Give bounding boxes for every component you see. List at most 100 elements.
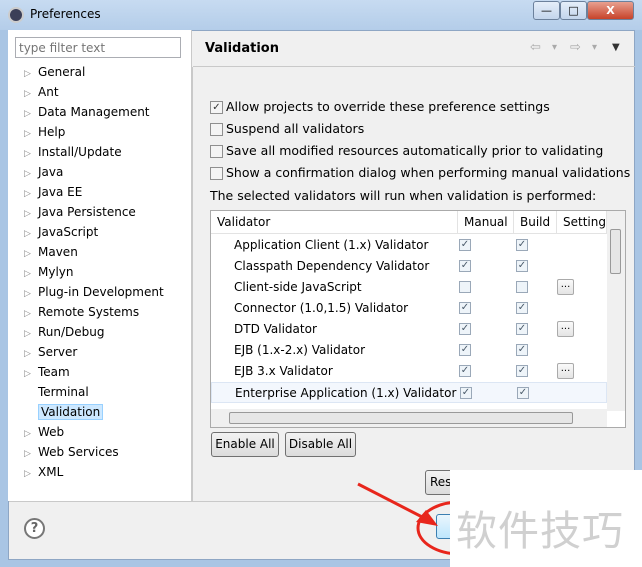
- build-checkbox[interactable]: ✓: [516, 344, 528, 356]
- back-dropdown-icon[interactable]: ▾: [552, 42, 557, 53]
- table-row[interactable]: EJB (1.x-2.x) Validator ✓ ✓: [211, 340, 607, 361]
- vertical-scrollbar[interactable]: [607, 211, 625, 411]
- expand-icon[interactable]: ▷: [24, 184, 38, 204]
- tree-item[interactable]: ▷ Java Persistence: [24, 202, 136, 222]
- build-checkbox[interactable]: ✓: [517, 387, 529, 399]
- manual-checkbox[interactable]: ✓: [459, 260, 471, 272]
- horizontal-scrollbar[interactable]: [211, 409, 607, 427]
- build-checkbox[interactable]: ✓: [516, 365, 528, 377]
- expand-icon[interactable]: ▷: [24, 364, 38, 384]
- expand-icon[interactable]: ▷: [24, 124, 38, 144]
- scroll-thumb[interactable]: [610, 229, 621, 274]
- minimize-button[interactable]: —: [533, 1, 560, 20]
- column-build[interactable]: Build: [514, 211, 557, 234]
- build-checkbox[interactable]: ✓: [516, 260, 528, 272]
- disable-all-button[interactable]: Disable All: [285, 432, 356, 457]
- expand-icon[interactable]: ▷: [24, 344, 38, 364]
- tree-item[interactable]: Terminal: [24, 382, 89, 402]
- checkbox[interactable]: [210, 145, 223, 158]
- tree-item[interactable]: ▷ Mylyn: [24, 262, 74, 282]
- option-checkbox[interactable]: Suspend all validators: [210, 121, 364, 136]
- tree-item[interactable]: ▷ Team: [24, 362, 70, 382]
- tree-item[interactable]: ▷ Ant: [24, 82, 59, 102]
- manual-checkbox[interactable]: [459, 281, 471, 293]
- manual-checkbox[interactable]: ✓: [459, 344, 471, 356]
- expand-icon[interactable]: ▷: [24, 324, 38, 344]
- table-row[interactable]: Classpath Dependency Validator ✓ ✓: [211, 256, 607, 277]
- expand-icon[interactable]: ▷: [24, 224, 38, 244]
- column-setting[interactable]: Setting: [557, 211, 607, 234]
- close-button[interactable]: X: [587, 1, 634, 20]
- tree-item[interactable]: ▷ Web Services: [24, 442, 119, 462]
- tree-item[interactable]: ▷ Web: [24, 422, 64, 442]
- column-manual[interactable]: Manual: [458, 211, 514, 234]
- settings-button[interactable]: ...: [557, 279, 574, 295]
- enable-all-button[interactable]: Enable All: [211, 432, 279, 457]
- table-row[interactable]: Enterprise Application (1.x) Validator ✓…: [211, 382, 607, 403]
- manual-checkbox[interactable]: ✓: [460, 387, 472, 399]
- tree-item[interactable]: ▷ Data Management: [24, 102, 150, 122]
- column-validator[interactable]: Validator: [211, 211, 458, 234]
- manual-checkbox[interactable]: ✓: [459, 239, 471, 251]
- forward-icon[interactable]: ⇨: [570, 40, 581, 55]
- tree-item[interactable]: ▷ Remote Systems: [24, 302, 139, 322]
- expand-icon[interactable]: ▷: [24, 204, 38, 224]
- expand-icon[interactable]: ▷: [24, 424, 38, 444]
- tree-item[interactable]: ▷ General: [24, 62, 85, 82]
- tree-item[interactable]: Validation: [24, 402, 104, 422]
- help-icon[interactable]: ?: [24, 518, 45, 539]
- divider: [192, 67, 193, 501]
- table-row[interactable]: Application Client (1.x) Validator ✓ ✓: [211, 235, 607, 256]
- filter-input[interactable]: [15, 37, 181, 58]
- manual-checkbox[interactable]: ✓: [459, 365, 471, 377]
- build-checkbox[interactable]: ✓: [516, 239, 528, 251]
- view-menu-icon[interactable]: ▼: [612, 42, 620, 53]
- tree-item[interactable]: ▷ Java: [24, 162, 63, 182]
- expand-icon[interactable]: ▷: [24, 104, 38, 124]
- option-checkbox[interactable]: Show a confirmation dialog when performi…: [210, 165, 630, 180]
- option-checkbox[interactable]: ✓ Allow projects to override these prefer…: [210, 99, 550, 114]
- table-row[interactable]: Client-side JavaScript ...: [211, 277, 607, 298]
- build-checkbox[interactable]: [516, 281, 528, 293]
- build-checkbox[interactable]: ✓: [516, 302, 528, 314]
- validator-name: Application Client (1.x) Validator: [234, 238, 429, 252]
- expand-icon[interactable]: ▷: [24, 284, 38, 304]
- checkbox[interactable]: ✓: [210, 101, 223, 114]
- expand-icon[interactable]: ▷: [24, 464, 38, 484]
- tree-item[interactable]: ▷ JavaScript: [24, 222, 98, 242]
- settings-button[interactable]: ...: [557, 363, 574, 379]
- expand-icon[interactable]: ▷: [24, 304, 38, 324]
- forward-dropdown-icon[interactable]: ▾: [592, 42, 597, 53]
- tree-item[interactable]: ▷ Server: [24, 342, 77, 362]
- expand-icon[interactable]: ▷: [24, 444, 38, 464]
- manual-checkbox[interactable]: ✓: [459, 323, 471, 335]
- expand-icon[interactable]: ▷: [24, 64, 38, 84]
- tree-item[interactable]: ▷ Install/Update: [24, 142, 122, 162]
- watermark: 软件技巧: [456, 507, 624, 555]
- expand-icon[interactable]: ▷: [24, 244, 38, 264]
- build-checkbox[interactable]: ✓: [516, 323, 528, 335]
- tree-item[interactable]: ▷ Maven: [24, 242, 78, 262]
- back-icon[interactable]: ⇦: [530, 40, 541, 55]
- tree-item[interactable]: ▷ Run/Debug: [24, 322, 105, 342]
- expand-icon[interactable]: ▷: [24, 164, 38, 184]
- option-checkbox[interactable]: Save all modified resources automaticall…: [210, 143, 603, 158]
- tree-item-label: Install/Update: [38, 145, 122, 159]
- tree-item[interactable]: ▷ XML: [24, 462, 63, 482]
- table-row[interactable]: Connector (1.0,1.5) Validator ✓ ✓: [211, 298, 607, 319]
- checkbox[interactable]: [210, 123, 223, 136]
- tree-item[interactable]: ▷ Plug-in Development: [24, 282, 164, 302]
- expand-icon[interactable]: ▷: [24, 144, 38, 164]
- tree-item[interactable]: ▷ Help: [24, 122, 65, 142]
- validator-name: EJB (1.x-2.x) Validator: [234, 343, 366, 357]
- expand-icon[interactable]: ▷: [24, 264, 38, 284]
- table-row[interactable]: EJB 3.x Validator ✓ ✓ ...: [211, 361, 607, 382]
- scroll-thumb[interactable]: [229, 412, 573, 424]
- checkbox[interactable]: [210, 167, 223, 180]
- settings-button[interactable]: ...: [557, 321, 574, 337]
- tree-item[interactable]: ▷ Java EE: [24, 182, 82, 202]
- table-row[interactable]: DTD Validator ✓ ✓ ...: [211, 319, 607, 340]
- manual-checkbox[interactable]: ✓: [459, 302, 471, 314]
- maximize-button[interactable]: □: [560, 1, 587, 20]
- expand-icon[interactable]: ▷: [24, 84, 38, 104]
